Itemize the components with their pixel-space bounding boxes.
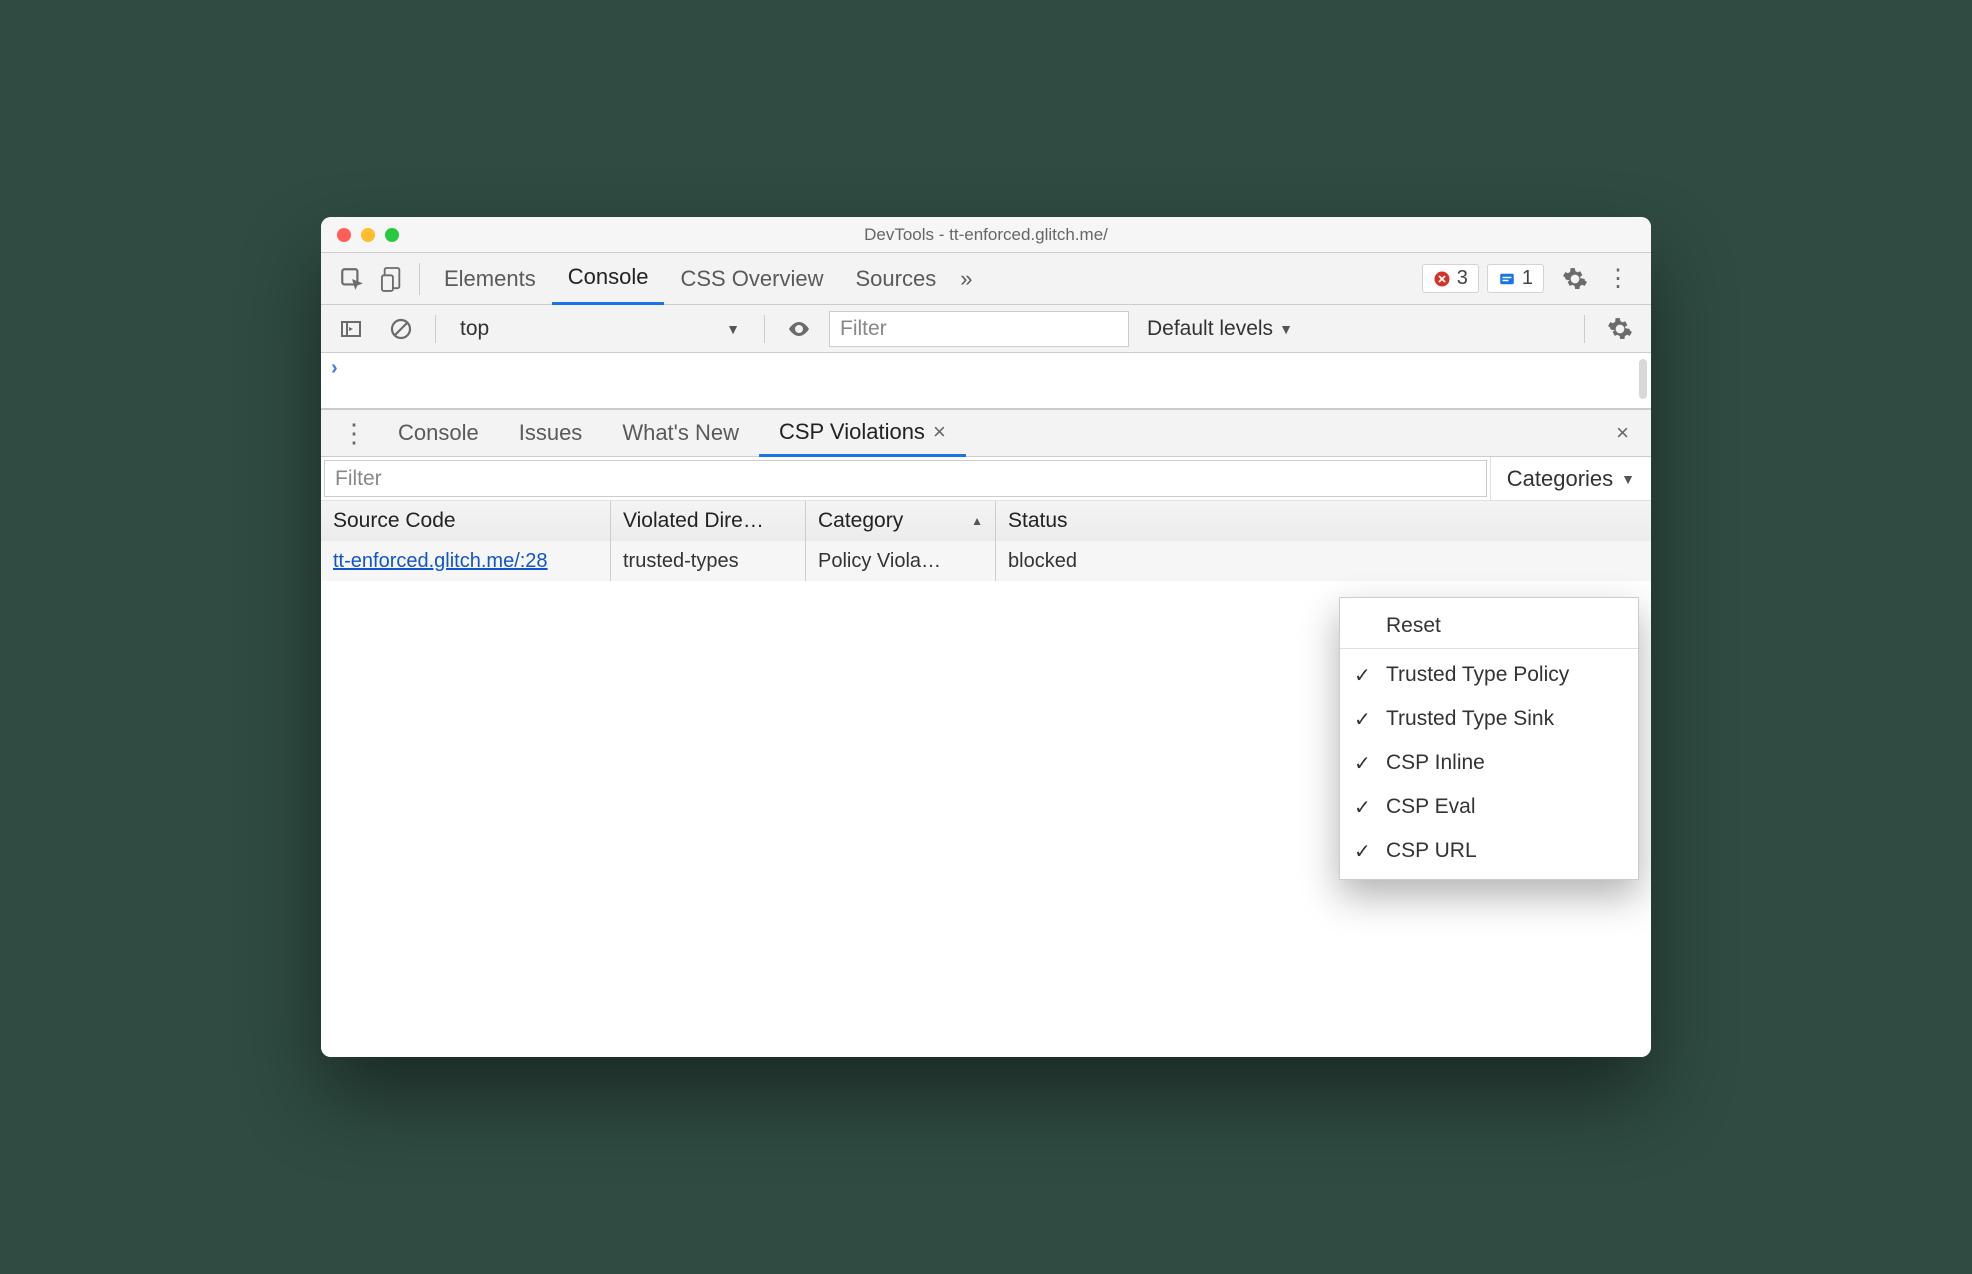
check-icon: ✓: [1354, 839, 1371, 864]
context-selector[interactable]: top ▼: [450, 313, 750, 345]
cell-status: blocked: [996, 541, 1651, 581]
dropdown-item-csp-eval[interactable]: ✓CSP Eval: [1340, 785, 1638, 829]
drawer-tab-whatsnew[interactable]: What's New: [602, 409, 759, 457]
violations-toolbar: Filter Categories ▼: [321, 457, 1651, 501]
tab-css-overview[interactable]: CSS Overview: [664, 253, 839, 305]
dropdown-item-csp-url[interactable]: ✓CSP URL: [1340, 829, 1638, 873]
customize-devtools-icon[interactable]: ⋮: [1596, 264, 1641, 293]
divider: [435, 315, 436, 343]
close-tab-icon[interactable]: ×: [933, 419, 946, 445]
cell-directive: trusted-types: [611, 541, 806, 581]
drawer-tab-issues[interactable]: Issues: [499, 409, 603, 457]
check-icon: ✓: [1354, 795, 1371, 820]
clear-console-icon[interactable]: [381, 311, 421, 347]
tab-sources[interactable]: Sources: [839, 253, 952, 305]
errors-count: 3: [1457, 267, 1468, 290]
th-category[interactable]: Category: [806, 501, 996, 541]
drawer-tab-csp-violations[interactable]: CSP Violations ×: [759, 409, 966, 457]
close-window-icon[interactable]: [337, 228, 351, 242]
inspect-element-icon[interactable]: [331, 260, 373, 298]
check-icon: ✓: [1354, 751, 1371, 776]
categories-dropdown-button[interactable]: Categories ▼: [1490, 457, 1651, 500]
check-icon: ✓: [1354, 663, 1371, 688]
console-filter-input[interactable]: Filter: [829, 311, 1129, 347]
divider: [764, 315, 765, 343]
console-toolbar: top ▼ Filter Default levels ▼: [321, 305, 1651, 353]
settings-icon[interactable]: [1554, 260, 1596, 298]
zoom-window-icon[interactable]: [385, 228, 399, 242]
log-levels-selector[interactable]: Default levels ▼: [1139, 313, 1301, 345]
context-label: top: [460, 317, 489, 341]
tabs-overflow-icon[interactable]: »: [952, 253, 980, 305]
console-prompt-icon: ›: [331, 357, 338, 380]
chevron-down-icon: ▼: [726, 321, 740, 337]
th-status[interactable]: Status: [996, 501, 1651, 541]
table-header: Source Code Violated Dire… Category Stat…: [321, 501, 1651, 541]
th-source-code[interactable]: Source Code: [321, 501, 611, 541]
devtools-window: DevTools - tt-enforced.glitch.me/ Elemen…: [321, 217, 1651, 1057]
chevron-down-icon: ▼: [1279, 321, 1293, 337]
divider: [419, 263, 420, 295]
toggle-device-icon[interactable]: [373, 259, 411, 299]
drawer-menu-icon[interactable]: ⋮: [331, 418, 378, 449]
dropdown-item-csp-inline[interactable]: ✓CSP Inline: [1340, 741, 1638, 785]
chevron-down-icon: ▼: [1621, 471, 1635, 487]
close-drawer-icon[interactable]: ×: [1604, 420, 1641, 446]
categories-dropdown: Reset ✓Trusted Type Policy ✓Trusted Type…: [1339, 597, 1639, 880]
window-titlebar: DevTools - tt-enforced.glitch.me/: [321, 217, 1651, 253]
drawer-tab-label: CSP Violations: [779, 419, 925, 445]
traffic-lights: [321, 228, 399, 242]
console-settings-icon[interactable]: [1599, 310, 1641, 348]
table-body: tt-enforced.glitch.me/:28 trusted-types …: [321, 541, 1651, 581]
scrollbar-thumb[interactable]: [1639, 359, 1647, 399]
dropdown-reset[interactable]: Reset: [1340, 604, 1638, 649]
dropdown-item-trusted-type-policy[interactable]: ✓Trusted Type Policy: [1340, 653, 1638, 697]
check-icon: ✓: [1354, 707, 1371, 732]
issues-count: 1: [1522, 267, 1533, 290]
cell-category: Policy Viola…: [806, 541, 996, 581]
violations-filter-input[interactable]: Filter: [324, 460, 1487, 497]
main-tabstrip: Elements Console CSS Overview Sources » …: [321, 253, 1651, 305]
th-violated-directive[interactable]: Violated Dire…: [611, 501, 806, 541]
issues-badge[interactable]: 1: [1487, 264, 1544, 293]
divider: [1584, 315, 1585, 343]
tab-console[interactable]: Console: [552, 253, 665, 305]
dropdown-item-trusted-type-sink[interactable]: ✓Trusted Type Sink: [1340, 697, 1638, 741]
source-link[interactable]: tt-enforced.glitch.me/:28: [333, 550, 548, 573]
drawer-tab-console[interactable]: Console: [378, 409, 499, 457]
categories-label: Categories: [1507, 466, 1613, 492]
console-output[interactable]: ›: [321, 353, 1651, 409]
sidebar-toggle-icon[interactable]: [331, 311, 371, 347]
live-expression-icon[interactable]: [779, 311, 819, 347]
levels-label: Default levels: [1147, 317, 1273, 341]
minimize-window-icon[interactable]: [361, 228, 375, 242]
table-row[interactable]: tt-enforced.glitch.me/:28 trusted-types …: [321, 541, 1651, 581]
errors-badge[interactable]: 3: [1422, 264, 1479, 293]
window-title: DevTools - tt-enforced.glitch.me/: [321, 225, 1651, 245]
drawer-tabstrip: ⋮ Console Issues What's New CSP Violatio…: [321, 409, 1651, 457]
tab-elements[interactable]: Elements: [428, 253, 552, 305]
